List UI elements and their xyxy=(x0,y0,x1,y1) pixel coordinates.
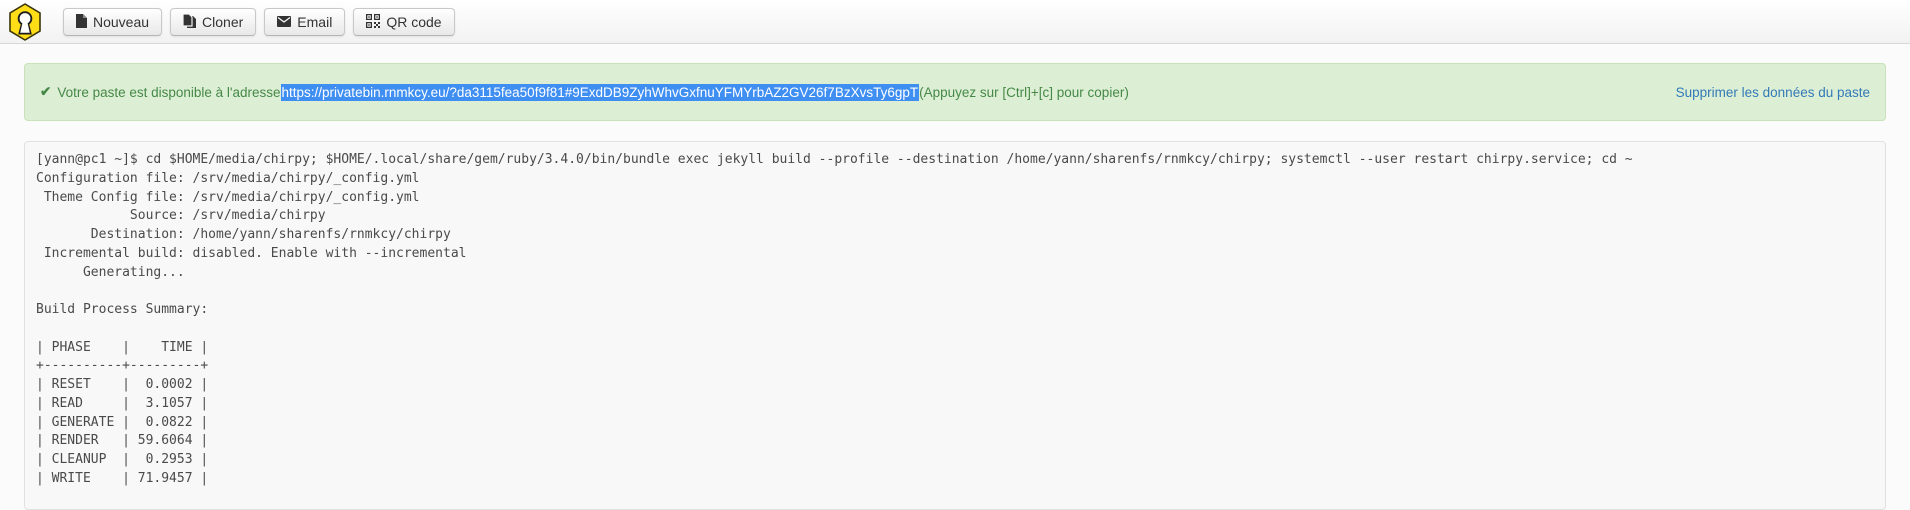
email-icon xyxy=(277,14,291,30)
qr-code-label: QR code xyxy=(386,14,441,30)
top-toolbar: Nouveau Cloner Email xyxy=(0,0,1910,44)
qr-code-icon xyxy=(366,14,380,31)
paste-text: [yann@pc1 ~]$ cd $HOME/media/chirpy; $HO… xyxy=(36,151,1874,489)
new-paste-label: Nouveau xyxy=(93,14,149,30)
toolbar-buttons: Nouveau Cloner Email xyxy=(63,8,455,36)
qr-code-button[interactable]: QR code xyxy=(353,8,454,36)
paste-content-box: [yann@pc1 ~]$ cd $HOME/media/chirpy; $HO… xyxy=(24,141,1886,510)
paste-url-link[interactable]: https://privatebin.rnmkcy.eu/?da3115fea5… xyxy=(281,84,920,101)
email-button[interactable]: Email xyxy=(264,8,345,36)
new-paste-button[interactable]: Nouveau xyxy=(63,8,162,36)
clone-label: Cloner xyxy=(202,14,243,30)
email-label: Email xyxy=(297,14,332,30)
copy-hint: (Appuyez sur [Ctrl]+[c] pour copier) xyxy=(919,85,1129,100)
clone-button[interactable]: Cloner xyxy=(170,8,256,36)
clone-icon xyxy=(183,14,196,31)
status-banner: ✔ Votre paste est disponible à l'adresse… xyxy=(24,63,1886,121)
delete-paste-link[interactable]: Supprimer les données du paste xyxy=(1676,85,1870,100)
status-message: Votre paste est disponible à l'adresse xyxy=(57,85,280,100)
new-document-icon xyxy=(76,14,87,31)
privatebin-logo-icon[interactable] xyxy=(8,3,42,41)
check-icon: ✔ xyxy=(40,84,51,100)
